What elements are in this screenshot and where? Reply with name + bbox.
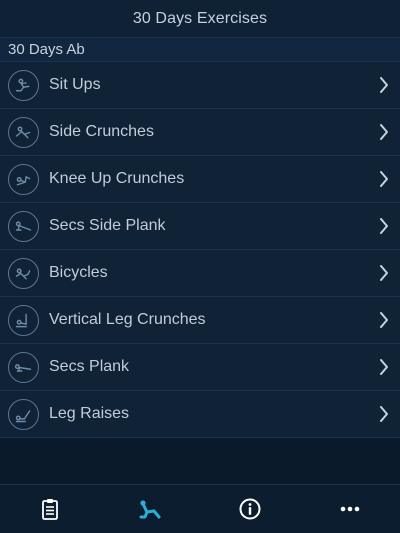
more-icon [340, 506, 360, 512]
section-title: 30 Days Ab [8, 41, 85, 58]
exercise-label: Secs Side Plank [49, 217, 166, 234]
exercise-label: Secs Plank [49, 358, 130, 375]
list-item-side-crunches[interactable]: Side Crunches [0, 109, 400, 156]
side-crunches-icon [8, 116, 39, 148]
page-title: 30 Days Exercises [132, 9, 268, 27]
list-item-knee-up-crunches[interactable]: Knee Up Crunches [0, 156, 400, 203]
plank-icon [8, 351, 39, 383]
chevron-right-icon [378, 170, 390, 188]
exercise-icon [139, 500, 161, 519]
chevron-right-icon [378, 405, 390, 423]
exercise-label: Vertical Leg Crunches [49, 311, 206, 328]
clipboard-icon [42, 499, 58, 520]
section-header: 30 Days Ab [0, 37, 400, 62]
list-item-secs-side-plank[interactable]: Secs Side Plank [0, 203, 400, 250]
list-empty-area [0, 438, 400, 485]
knee-up-crunches-icon [8, 163, 39, 195]
tab-exercise[interactable] [120, 485, 180, 533]
chevron-right-icon [378, 76, 390, 94]
chevron-right-icon [378, 358, 390, 376]
navigation-bar: 30 Days Exercises [0, 0, 400, 37]
exercise-label: Bicycles [49, 264, 108, 281]
list-item-leg-raises[interactable]: Leg Raises [0, 391, 400, 438]
list-item-secs-plank[interactable]: Secs Plank [0, 344, 400, 391]
tab-info[interactable] [220, 485, 280, 533]
vertical-leg-crunches-icon [8, 304, 39, 336]
sit-ups-icon [8, 69, 39, 101]
app-screen: 30 Days Exercises 30 Days Ab Sit Ups Sid… [0, 0, 400, 533]
bicycles-icon [8, 257, 39, 289]
list-item-sit-ups[interactable]: Sit Ups [0, 62, 400, 109]
side-plank-icon [8, 210, 39, 242]
tab-clipboard[interactable] [20, 485, 80, 533]
exercise-label: Sit Ups [49, 76, 101, 93]
exercise-list: Sit Ups Side Crunches Knee Up Crunches S… [0, 62, 400, 438]
tab-more[interactable] [320, 485, 380, 533]
exercise-label: Knee Up Crunches [49, 170, 185, 187]
list-item-vertical-leg-crunches[interactable]: Vertical Leg Crunches [0, 297, 400, 344]
chevron-right-icon [378, 311, 390, 329]
chevron-right-icon [378, 264, 390, 282]
leg-raises-icon [8, 398, 39, 430]
exercise-label: Leg Raises [49, 405, 130, 422]
chevron-right-icon [378, 123, 390, 141]
chevron-right-icon [378, 217, 390, 235]
list-item-bicycles[interactable]: Bicycles [0, 250, 400, 297]
info-icon [239, 498, 261, 520]
exercise-label: Side Crunches [49, 123, 154, 140]
tab-bar [0, 484, 400, 533]
